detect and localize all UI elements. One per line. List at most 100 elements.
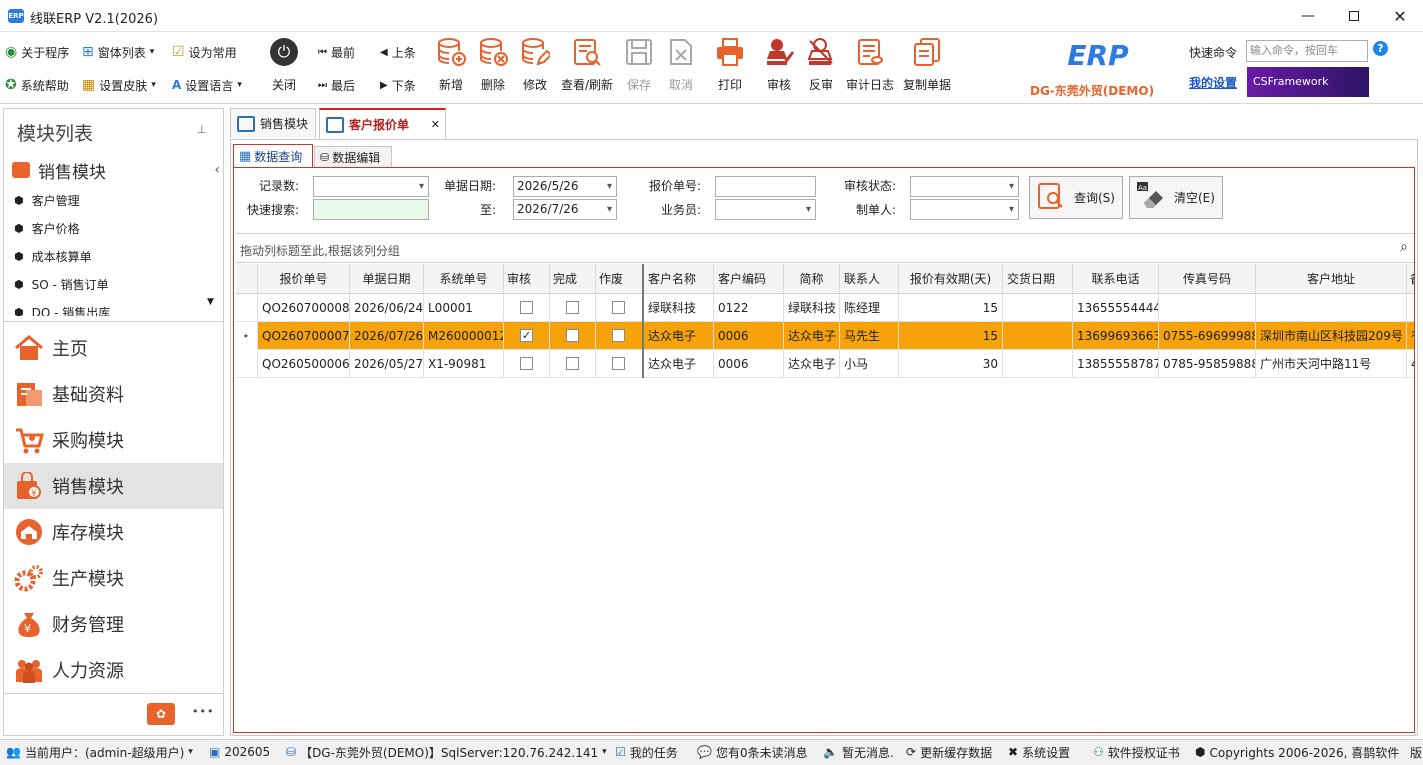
approve-button[interactable]: 审核: [755, 36, 803, 98]
col-customer-name[interactable]: 客户名称: [644, 264, 714, 294]
delete-button[interactable]: 删除: [469, 36, 517, 98]
audit-status-select[interactable]: [910, 176, 1019, 197]
about-button[interactable]: ◉ 关于程序: [5, 42, 69, 62]
quote-no-input[interactable]: [715, 176, 816, 197]
void-checkbox[interactable]: [612, 301, 625, 314]
add-button[interactable]: 新增: [427, 36, 475, 98]
date-from-input[interactable]: 2026/5/26: [513, 176, 617, 197]
more-options-button[interactable]: •••: [192, 705, 214, 718]
close-window-button[interactable]: ✕: [1377, 0, 1423, 32]
window-list-button[interactable]: ⊞ 窗体列表 ▾: [82, 42, 154, 62]
query-button[interactable]: 查询(S): [1029, 176, 1123, 219]
set-favorite-button[interactable]: ☑ 设为常用: [172, 42, 237, 62]
col-delivery-date[interactable]: 交货日期: [1003, 264, 1073, 294]
done-checkbox[interactable]: [566, 329, 579, 342]
my-settings-link[interactable]: 我的设置: [1189, 74, 1237, 91]
col-address[interactable]: 客户地址: [1256, 264, 1407, 294]
void-checkbox[interactable]: [612, 329, 625, 342]
col-remark[interactable]: 备: [1407, 264, 1414, 294]
col-audit[interactable]: 审核: [504, 264, 550, 294]
record-count-select[interactable]: [313, 176, 429, 197]
sidebar-item-customer-price[interactable]: ⬢ 客户价格: [4, 214, 223, 242]
nav-inventory[interactable]: 库存模块: [4, 509, 223, 555]
collapse-chevron-icon[interactable]: ‹: [214, 162, 220, 178]
col-customer-code[interactable]: 客户编码: [714, 264, 784, 294]
nav-home[interactable]: 主页: [4, 325, 223, 371]
submenu-scroll-down-icon[interactable]: ▼: [207, 297, 214, 307]
search-icon[interactable]: ⌕: [1400, 239, 1408, 255]
close-module-button[interactable]: ⏻ 关闭: [260, 36, 308, 98]
col-void[interactable]: 作废: [596, 264, 644, 294]
nav-finance[interactable]: ¥ 财务管理: [4, 601, 223, 647]
close-tab-icon[interactable]: ✕: [431, 118, 440, 131]
quick-search-input[interactable]: [313, 199, 429, 220]
status-current-user[interactable]: 👥 当前用户：(admin-超级用户) ▾: [6, 740, 193, 764]
col-doc-date[interactable]: 单据日期: [350, 264, 424, 294]
nav-prev-button[interactable]: ◀ 上条: [380, 42, 416, 62]
status-messages[interactable]: 💬 您有0条未读消息: [697, 740, 808, 764]
audit-checkbox[interactable]: [520, 301, 533, 314]
col-fax[interactable]: 传真号码: [1159, 264, 1256, 294]
help-question-icon[interactable]: ?: [1373, 41, 1388, 56]
tab-customer-quote[interactable]: 客户报价单 ✕: [319, 108, 446, 139]
nav-sales[interactable]: ¥ 销售模块: [4, 463, 223, 509]
col-contact[interactable]: 联系人: [840, 264, 899, 294]
col-done[interactable]: 完成: [550, 264, 596, 294]
status-period[interactable]: ▣ 202605: [209, 740, 270, 764]
maximize-button[interactable]: [1331, 0, 1377, 32]
tab-sales-module[interactable]: 销售模块: [230, 108, 316, 138]
sidebar-group-header[interactable]: 销售模块 ‹: [12, 157, 220, 183]
edit-button[interactable]: 修改: [511, 36, 559, 98]
monitor-settings-icon[interactable]: ✿: [147, 703, 175, 725]
subtab-data-edit[interactable]: ⛁ 数据编辑: [314, 146, 392, 167]
view-refresh-button[interactable]: 查看/刷新: [557, 36, 617, 98]
subtab-data-query[interactable]: ▦ 数据查询: [233, 144, 313, 167]
set-language-button[interactable]: A 设置语言 ▾: [172, 75, 242, 95]
col-quote-no[interactable]: 报价单号: [258, 264, 350, 294]
nav-purchase[interactable]: 采购模块: [4, 417, 223, 463]
sidebar-item-sales-delivery[interactable]: ⬢ DO - 销售出库: [4, 298, 223, 317]
status-settings[interactable]: ✖ 系统设置: [1008, 740, 1070, 764]
minimize-button[interactable]: —: [1285, 0, 1331, 32]
group-by-panel[interactable]: 拖动列标题至此,根据该列分组 ⌕: [236, 233, 1414, 263]
done-checkbox[interactable]: [566, 301, 579, 314]
status-notice[interactable]: 🔈 暂无消息.: [823, 740, 894, 764]
status-license[interactable]: ⚇ 软件授权证书: [1093, 740, 1180, 764]
audit-checkbox[interactable]: ✓: [520, 329, 533, 342]
nav-last-button[interactable]: ⏭ 最后: [318, 75, 355, 95]
date-to-input[interactable]: 2026/7/26: [513, 199, 617, 220]
creator-select[interactable]: [910, 199, 1019, 220]
system-help-button[interactable]: ✪ 系统帮助: [5, 75, 69, 95]
nav-production[interactable]: 生产模块: [4, 555, 223, 601]
status-database[interactable]: ⛁ 【DG-东莞外贸(DEMO)】SqlServer:120.76.242.141…: [286, 740, 607, 764]
pin-icon[interactable]: ⊥: [197, 123, 207, 136]
table-row-selected[interactable]: ▸ QO260700007 2026/07/26 M260000012 ✓ 达众…: [236, 322, 1414, 350]
col-short-name[interactable]: 简称: [784, 264, 840, 294]
nav-first-button[interactable]: ⏮ 最前: [318, 42, 355, 62]
status-my-tasks[interactable]: ☑ 我的任务: [615, 740, 678, 764]
col-valid-days[interactable]: 报价有效期(天): [899, 264, 1003, 294]
unapprove-button[interactable]: 反审: [797, 36, 845, 98]
col-sys-no[interactable]: 系统单号: [424, 264, 504, 294]
table-row[interactable]: QO260700008 2026/06/24 L00001 绿联科技 0122 …: [236, 294, 1414, 322]
nav-base-data[interactable]: 基础资料: [4, 371, 223, 417]
void-checkbox[interactable]: [612, 357, 625, 370]
sidebar-item-sales-order[interactable]: ⬢ SO - 销售订单: [4, 270, 223, 298]
col-phone[interactable]: 联系电话: [1073, 264, 1159, 294]
nav-next-button[interactable]: ▶ 下条: [380, 75, 416, 95]
status-refresh-cache[interactable]: ⟳ 更新缓存数据: [906, 740, 992, 764]
set-skin-button[interactable]: ▦ 设置皮肤 ▾: [82, 75, 156, 95]
nav-hr[interactable]: 人力资源: [4, 647, 223, 693]
salesman-select[interactable]: [715, 199, 816, 220]
copy-doc-button[interactable]: 复制单据: [900, 36, 954, 98]
done-checkbox[interactable]: [566, 357, 579, 370]
quick-command-input[interactable]: 输入命令，按回车: [1246, 40, 1368, 62]
clear-button[interactable]: Aa 清空(E): [1129, 176, 1223, 219]
sidebar-item-cost-sheet[interactable]: ⬢ 成本核算单: [4, 242, 223, 270]
save-button[interactable]: 保存: [615, 36, 663, 98]
audit-log-button[interactable]: 审计日志: [843, 36, 897, 98]
audit-checkbox[interactable]: [520, 357, 533, 370]
cancel-button[interactable]: 取消: [657, 36, 705, 98]
table-row[interactable]: QO260500006 2026/05/27 X1-90981 达众电子 000…: [236, 350, 1414, 378]
print-button[interactable]: 打印: [706, 36, 754, 98]
